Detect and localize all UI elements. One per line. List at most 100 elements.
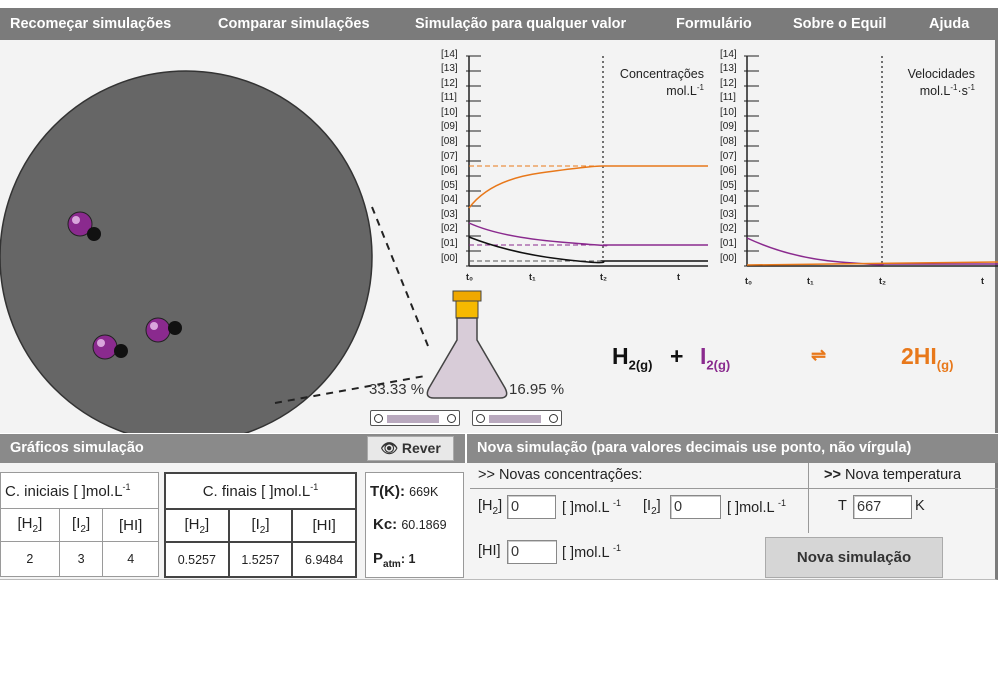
col-i2: [I2] — [58, 508, 104, 542]
hi-state: (g) — [936, 357, 954, 373]
h2-field-label: [H2] — [478, 498, 502, 517]
vel-unit-sec: ·s — [957, 84, 968, 99]
h2-concentration-input[interactable]: 0 — [507, 495, 556, 519]
divider — [808, 489, 809, 533]
slider-left[interactable] — [370, 410, 460, 426]
equilibrium-arrow-icon: ⇌ — [811, 345, 827, 365]
initial-hi-value: 4 — [102, 541, 159, 577]
slider-knob[interactable] — [374, 414, 383, 423]
unit-text: [ ]mol.L — [562, 499, 610, 516]
nova-header-label: Nova simulação (para valores decimais us… — [477, 440, 912, 456]
equation-hi: 2HI(g) — [901, 343, 953, 373]
rever-button[interactable]: 👁 Rever — [367, 436, 454, 461]
flask-icon — [426, 290, 508, 399]
h2-label-text: [H — [478, 498, 493, 514]
temperature-readout: T(K): 669K — [370, 483, 438, 500]
conc-title-text: Concentrações — [619, 67, 704, 81]
h2-state: 2(g) — [628, 357, 653, 373]
slider-knob[interactable] — [549, 414, 558, 423]
menu-bar: Recomeçar simulações Comparar simulações… — [0, 8, 998, 40]
y-tick-label: [04] — [441, 194, 458, 205]
pressure-readout: Patm: 1 — [373, 550, 415, 570]
col-i2-bracket: ] — [85, 515, 91, 532]
vel-unit-exp: -1 — [967, 83, 975, 92]
y-tick-label: [11] — [720, 92, 736, 103]
y-tick-label: [05] — [441, 180, 458, 191]
col-i2-bracket: ] — [265, 515, 270, 533]
col-h2: [H2] — [164, 508, 230, 543]
slider-knob[interactable] — [476, 414, 485, 423]
i2-label-bracket: ] — [656, 498, 661, 514]
conc-plot-title: Concentrações mol.L-1 — [600, 67, 704, 98]
col-h2-text: [H — [184, 515, 200, 533]
vel-plot-title: Velocidades mol.L-1·s-1 — [878, 67, 975, 98]
patm-sub: atm — [383, 559, 401, 570]
menu-restart[interactable]: Recomeçar simulações — [10, 8, 171, 40]
reaction-vessel — [0, 70, 373, 433]
unit-exponent: -1 — [778, 498, 787, 508]
y-tick-label: [03] — [720, 209, 737, 220]
vel-unit-text: mol.L — [919, 84, 951, 99]
col-hi: [HI] — [291, 508, 357, 543]
menu-help[interactable]: Ajuda — [929, 8, 969, 40]
conc-unit-exp: -1 — [696, 83, 704, 92]
graficos-label: Gráficos simulação — [10, 440, 144, 456]
initial-h2-value: 2 — [0, 541, 60, 577]
slider-fill — [489, 415, 541, 423]
y-tick-label: [14] — [441, 49, 458, 60]
menu-any-value[interactable]: Simulação para qualquer valor — [415, 8, 626, 40]
nova-simulacao-button[interactable]: Nova simulação — [765, 537, 943, 578]
final-i2-value: 1.5257 — [227, 541, 294, 578]
i2-field-label: [I2] — [643, 498, 661, 517]
kelvin-unit-label: K — [915, 498, 925, 514]
y-tick-label: [08] — [441, 136, 458, 147]
h2-label-bracket: ] — [498, 498, 503, 514]
zoom-line — [371, 206, 429, 347]
menu-formulario[interactable]: Formulário — [676, 8, 752, 40]
slider-right[interactable] — [472, 410, 562, 426]
initial-concentrations-table: C. iniciais [ ]mol.L-1 [H2] [I2] [HI] 2 … — [0, 472, 159, 577]
x-tick-label: t₁ — [807, 276, 814, 286]
col-h2: [H2] — [0, 508, 60, 542]
y-tick-label: [00] — [441, 253, 458, 264]
y-tick-label: [04] — [720, 194, 737, 205]
equation-plus: + — [670, 343, 684, 369]
nova-temperatura-label: >> Nova temperatura — [824, 467, 961, 483]
hi-field-label: [HI] — [478, 543, 501, 559]
h2-symbol: H — [612, 343, 629, 369]
temperature-field-label: T — [838, 498, 847, 514]
y-tick-label: [13] — [720, 63, 737, 74]
initial-table-title: C. iniciais [ ]mol.L-1 — [0, 472, 159, 509]
flask-percent-left: 33.33 % — [369, 381, 425, 398]
y-tick-label: [09] — [441, 121, 458, 132]
col-h2-bracket: ] — [205, 515, 210, 533]
patm-value: : 1 — [400, 552, 416, 566]
simulation-canvas — [0, 55, 998, 433]
hi-unit-label: [ ]mol.L -1 — [562, 543, 621, 561]
y-tick-label: [03] — [441, 209, 458, 220]
y-tick-label: [10] — [720, 107, 737, 118]
menu-about[interactable]: Sobre o Equil — [793, 8, 886, 40]
y-tick-label: [05] — [720, 180, 737, 191]
x-tick-label: t₀ — [745, 276, 753, 286]
x-tick-label: t₂ — [879, 276, 886, 286]
col-i2: [I2] — [227, 508, 294, 543]
slider-knob[interactable] — [447, 414, 456, 423]
menu-compare[interactable]: Comparar simulações — [218, 8, 370, 40]
vel-title-text: Velocidades — [907, 67, 975, 81]
y-tick-label: [01] — [441, 238, 458, 249]
flask-percent-right: 16.95 % — [509, 381, 565, 398]
y-tick-label: [11] — [441, 92, 457, 103]
x-tick-label: t₁ — [529, 272, 536, 282]
final-h2-value: 0.5257 — [164, 541, 230, 578]
y-tick-label: [12] — [441, 78, 458, 89]
nova-temp-text: Nova temperatura — [840, 467, 962, 483]
unit-text: [ ]mol.L — [727, 499, 775, 516]
col-h2-text: [H — [17, 515, 33, 532]
simulation-area: [14] [13] [12] [11] [10] [09] [08] [07] … — [0, 40, 998, 433]
hi-concentration-input[interactable]: 0 — [507, 540, 557, 564]
temperature-input[interactable]: 667 — [853, 495, 912, 519]
y-tick-label: [07] — [441, 151, 458, 162]
i2-concentration-input[interactable]: 0 — [670, 495, 721, 519]
unit-exponent: -1 — [613, 498, 622, 508]
